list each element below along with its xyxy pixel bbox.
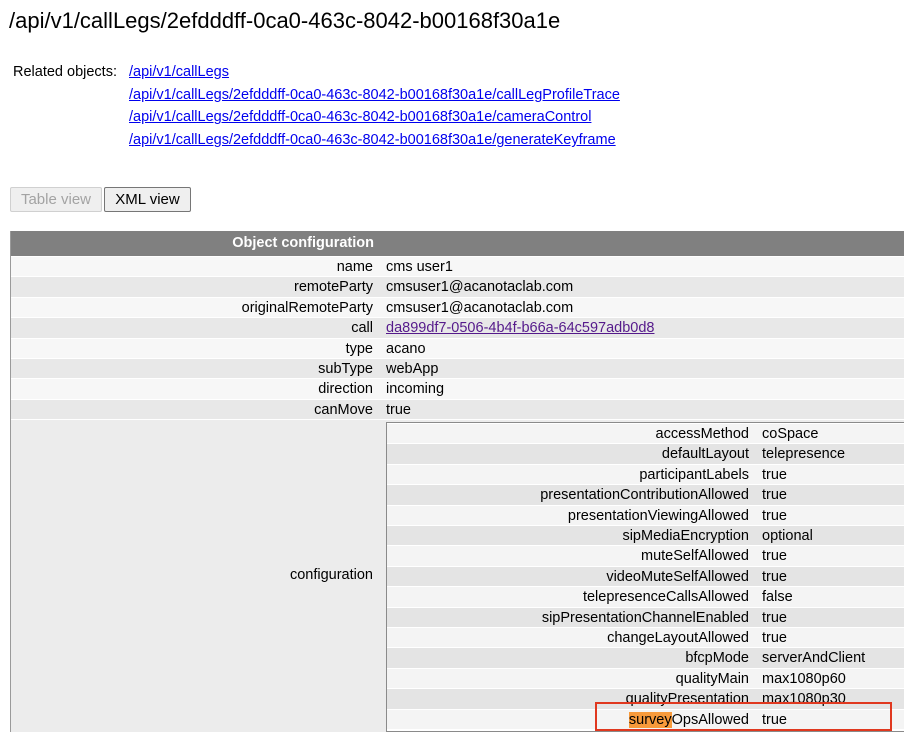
nested-key: muteSelfAllowed: [641, 548, 749, 565]
nested-row: presentationViewingAllowed true: [387, 504, 904, 525]
row-value: cmsuser1@acanotaclab.com: [386, 299, 574, 316]
nested-key: qualityMain: [675, 670, 749, 687]
nested-key: sipMediaEncryption: [622, 528, 749, 544]
nested-row: participantLabels true: [387, 463, 904, 485]
nested-value: telepresence: [762, 446, 846, 463]
table-row: subType webApp: [11, 358, 904, 379]
nested-value: true: [762, 487, 787, 504]
related-link-calllegs[interactable]: /api/v1/callLegs: [129, 61, 620, 84]
related-link-camera-control[interactable]: /api/v1/callLegs/2efdddff-0ca0-463c-8042…: [129, 106, 620, 129]
related-links-list: /api/v1/callLegs /api/v1/callLegs/2efddd…: [129, 61, 620, 152]
row-key: remoteParty: [294, 279, 373, 296]
nested-row: videoMuteSelfAllowed true: [387, 565, 904, 587]
configuration-row: configuration accessMethod coSpace defau…: [11, 420, 904, 732]
nested-row: qualityPresentation max1080p30: [387, 688, 904, 709]
nested-key: changeLayoutAllowed: [607, 630, 749, 646]
nested-value: true: [762, 711, 787, 728]
nested-value: true: [762, 548, 787, 565]
nested-value: max1080p60: [762, 670, 846, 687]
nested-value: true: [762, 507, 787, 524]
nested-value: max1080p30: [762, 691, 846, 708]
table-row: remoteParty cmsuser1@acanotaclab.com: [11, 276, 904, 297]
nested-key: presentationViewingAllowed: [567, 507, 749, 524]
row-key: originalRemoteParty: [241, 299, 373, 316]
nested-value: serverAndClient: [762, 650, 866, 667]
row-value: cmsuser1@acanotaclab.com: [386, 279, 574, 296]
nested-key-rest: OpsAllowed: [671, 711, 749, 728]
table-row: originalRemoteParty cmsuser1@acanotaclab…: [11, 296, 904, 318]
row-key: call: [351, 320, 373, 337]
nested-key: accessMethod: [655, 426, 750, 442]
table-header-label: Object configuration: [232, 235, 374, 251]
nested-value: optional: [762, 528, 813, 544]
nested-value: true: [762, 630, 787, 646]
nested-value: true: [762, 568, 787, 585]
nested-value: false: [762, 589, 793, 606]
nested-key: qualityPresentation: [625, 691, 749, 708]
table-row: direction incoming: [11, 378, 904, 399]
nested-row: qualityMain max1080p60: [387, 667, 904, 689]
row-key: direction: [318, 381, 373, 398]
row-key: type: [345, 340, 373, 357]
row-key: name: [336, 259, 373, 275]
nested-row: telepresenceCallsAllowed false: [387, 586, 904, 607]
table-row: canMove true: [11, 398, 904, 420]
nested-row-survey-ops-allowed: surveyOpsAllowed true: [387, 708, 904, 730]
nested-key: defaultLayout: [661, 446, 749, 463]
nested-key: participantLabels: [639, 466, 749, 483]
nested-key: telepresenceCallsAllowed: [582, 589, 749, 606]
nested-row: changeLayoutAllowed true: [387, 627, 904, 648]
related-link-generate-keyframe[interactable]: /api/v1/callLegs/2efdddff-0ca0-463c-8042…: [129, 129, 620, 152]
table-view-button[interactable]: Table view: [10, 187, 102, 212]
nested-row: defaultLayout telepresence: [387, 443, 904, 464]
nested-row: bfcpMode serverAndClient: [387, 647, 904, 668]
row-value: cms user1: [386, 259, 453, 275]
configuration-label: configuration: [289, 567, 373, 583]
row-value: true: [386, 401, 411, 418]
nested-value: true: [762, 609, 787, 626]
related-link-profile-trace[interactable]: /api/v1/callLegs/2efdddff-0ca0-463c-8042…: [129, 84, 620, 107]
search-highlight: survey: [628, 711, 672, 728]
nested-key: sipPresentationChannelEnabled: [541, 609, 749, 626]
nested-row: sipMediaEncryption optional: [387, 525, 904, 546]
nested-key: bfcpMode: [685, 650, 749, 667]
row-value: webApp: [386, 361, 439, 377]
row-value: acano: [386, 340, 426, 357]
nested-row: muteSelfAllowed true: [387, 545, 904, 566]
nested-row: sipPresentationChannelEnabled true: [387, 606, 904, 627]
related-objects-label: Related objects:: [13, 64, 117, 80]
configuration-nested-table: accessMethod coSpace defaultLayout telep…: [386, 422, 904, 732]
nested-row: presentationContributionAllowed true: [387, 484, 904, 505]
page-title: /api/v1/callLegs/2efdddff-0ca0-463c-8042…: [9, 8, 561, 33]
row-key: subType: [318, 361, 373, 377]
call-link[interactable]: da899df7-0506-4b4f-b66a-64c597adb0d8: [386, 320, 654, 336]
table-row: name cms user1: [11, 256, 904, 277]
table-row: type acano: [11, 337, 904, 358]
row-value: incoming: [386, 381, 445, 398]
table-header: Object configuration: [11, 231, 904, 256]
nested-value: true: [762, 466, 787, 483]
table-row: call da899df7-0506-4b4f-b66a-64c597adb0d…: [11, 317, 904, 338]
nested-value: coSpace: [762, 426, 819, 442]
nested-key: videoMuteSelfAllowed: [606, 568, 749, 585]
object-configuration-table: Object configuration name cms user1 remo…: [10, 231, 904, 732]
nested-key: presentationContributionAllowed: [540, 487, 749, 504]
row-key: canMove: [314, 401, 373, 418]
row-value: da899df7-0506-4b4f-b66a-64c597adb0d8: [386, 318, 654, 338]
nested-key: surveyOpsAllowed: [387, 710, 749, 730]
xml-view-button[interactable]: XML view: [104, 187, 191, 212]
nested-row: accessMethod coSpace: [387, 423, 904, 444]
